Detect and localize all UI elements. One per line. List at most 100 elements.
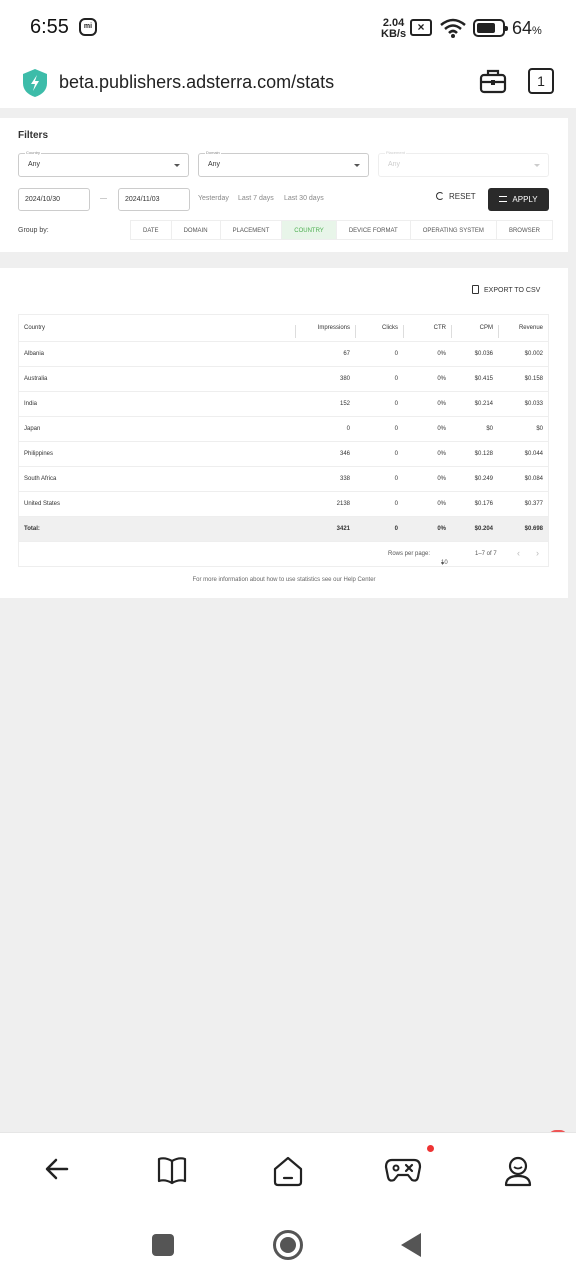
country-select[interactable]: Country Any [18, 150, 189, 177]
column-header-impressions[interactable]: Impressions [318, 325, 350, 331]
table-row: Japan 0 0 0% $0 $0 [19, 417, 548, 442]
network-speed: 2.04 KB/s [381, 18, 406, 40]
total-clicks: 0 [394, 526, 398, 532]
total-impressions: 3421 [336, 526, 350, 532]
network-speed-unit: KB/s [381, 28, 407, 40]
book-icon[interactable] [156, 1155, 188, 1185]
tab-date[interactable]: DATE [130, 220, 172, 240]
domain-select[interactable]: Domain Any [198, 150, 369, 177]
apply-button[interactable]: APPLY [488, 188, 549, 211]
country-select-label: Country [25, 150, 42, 156]
quick-range-yesterday[interactable]: Yesterday [198, 195, 229, 202]
column-header-ctr[interactable]: CTR [434, 325, 446, 331]
column-header-clicks[interactable]: Clicks [382, 325, 398, 331]
status-bar: 6:55 mi 2.04 KB/s × 64% [0, 0, 576, 56]
cell-country: Australia [24, 376, 48, 382]
filter-icon [499, 196, 508, 202]
quick-range-last-7-days[interactable]: Last 7 days [238, 195, 274, 202]
table-row: India 152 0 0% $0.214 $0.033 [19, 392, 548, 417]
country-select-value: Any [28, 161, 41, 168]
tab-count-button[interactable]: 1 [528, 68, 554, 94]
cell-clicks: 0 [394, 426, 398, 432]
gamepad-icon[interactable] [384, 1155, 422, 1185]
date-from-input[interactable]: 2024/10/30 [18, 188, 90, 211]
browser-bottom-nav [0, 1132, 576, 1210]
export-csv-button[interactable]: EXPORT TO CSV [472, 285, 540, 294]
reset-button[interactable]: RESET [436, 192, 476, 201]
total-revenue: $0.698 [524, 526, 543, 532]
tab-country[interactable]: COUNTRY [282, 220, 337, 240]
browser-address-bar: beta.publishers.adsterra.com/stats 1 [0, 56, 576, 108]
caret-down-icon: ▾ [441, 561, 445, 567]
total-ctr: 0% [437, 526, 446, 532]
filters-panel: Filters Country Any Domain Any Placement… [0, 118, 568, 252]
reset-button-label: RESET [449, 192, 476, 201]
toolbox-icon[interactable] [479, 68, 507, 94]
date-to-input[interactable]: 2024/11/03 [118, 188, 190, 211]
back-arrow-icon[interactable] [43, 1155, 71, 1183]
tab-device-format[interactable]: DEVICE FORMAT [336, 220, 411, 240]
no-sim-icon: × [410, 19, 432, 36]
placement-select: Placement Any [378, 150, 549, 177]
column-header-cpm[interactable]: CPM [480, 325, 493, 331]
cell-cpm: $0.249 [474, 476, 493, 482]
cell-cpm: $0.176 [474, 501, 493, 507]
cell-clicks: 0 [394, 501, 398, 507]
cell-country: Philippines [24, 451, 54, 457]
profile-icon[interactable] [503, 1155, 533, 1187]
quick-range-last-30-days[interactable]: Last 30 days [284, 195, 324, 202]
cell-impressions: 338 [339, 476, 350, 482]
cell-clicks: 0 [394, 376, 398, 382]
file-icon [472, 285, 479, 294]
cell-country: India [24, 401, 38, 407]
column-header-revenue[interactable]: Revenue [519, 325, 543, 331]
group-by-label: Group by: [18, 227, 49, 234]
cell-cpm: $0.415 [474, 376, 493, 382]
cell-revenue: $0.033 [524, 401, 543, 407]
cell-clicks: 0 [394, 451, 398, 457]
recent-apps-button[interactable] [152, 1234, 174, 1256]
battery-percent: 64 [512, 18, 533, 38]
date-range-separator: — [100, 195, 107, 202]
battery-level: 64% [512, 18, 542, 39]
cell-ctr: 0% [437, 476, 446, 482]
table-row: Philippines 346 0 0% $0.128 $0.044 [19, 442, 548, 467]
cell-impressions: 380 [339, 376, 350, 382]
column-header-country[interactable]: Country [24, 325, 45, 331]
previous-page-icon[interactable]: ‹ [517, 548, 520, 558]
system-back-button[interactable] [401, 1233, 421, 1257]
cell-impressions: 67 [343, 351, 350, 357]
tab-browser[interactable]: BROWSER [496, 220, 553, 240]
cell-revenue: $0.044 [524, 451, 543, 457]
rows-per-page-label: Rows per page: [388, 551, 431, 557]
cell-impressions: 346 [339, 451, 350, 457]
next-page-icon[interactable]: › [536, 548, 539, 558]
help-center-note[interactable]: For more information about how to use st… [0, 577, 568, 583]
cell-clicks: 0 [394, 351, 398, 357]
tab-placement[interactable]: PLACEMENT [220, 220, 283, 240]
home-icon[interactable] [271, 1155, 305, 1187]
cell-cpm: $0.128 [474, 451, 493, 457]
cell-ctr: 0% [437, 501, 446, 507]
cell-ctr: 0% [437, 426, 446, 432]
total-label: Total: [24, 526, 40, 532]
cell-impressions: 2138 [336, 501, 350, 507]
placement-select-label: Placement [385, 150, 406, 156]
security-shield-icon[interactable] [22, 68, 48, 98]
tab-domain[interactable]: DOMAIN [171, 220, 221, 240]
cell-ctr: 0% [437, 451, 446, 457]
cell-cpm: $0.214 [474, 401, 493, 407]
tab-operating-system[interactable]: OPERATING SYSTEM [410, 220, 497, 240]
cell-country: United States [24, 501, 61, 507]
table-pagination: Rows per page: 10 ▾ 1–7 of 7 ‹ › [19, 542, 548, 567]
cell-cpm: $0 [486, 426, 493, 432]
cell-revenue: $0.002 [524, 351, 543, 357]
url-text[interactable]: beta.publishers.adsterra.com/stats [59, 72, 334, 93]
cell-impressions: 0 [346, 426, 350, 432]
cell-ctr: 0% [437, 401, 446, 407]
apply-button-label: APPLY [512, 195, 538, 204]
table-header: Country Impressions Clicks CTR CPM Reven… [19, 315, 548, 342]
cell-cpm: $0.036 [474, 351, 493, 357]
home-button[interactable] [273, 1230, 303, 1260]
cell-impressions: 152 [339, 401, 350, 407]
